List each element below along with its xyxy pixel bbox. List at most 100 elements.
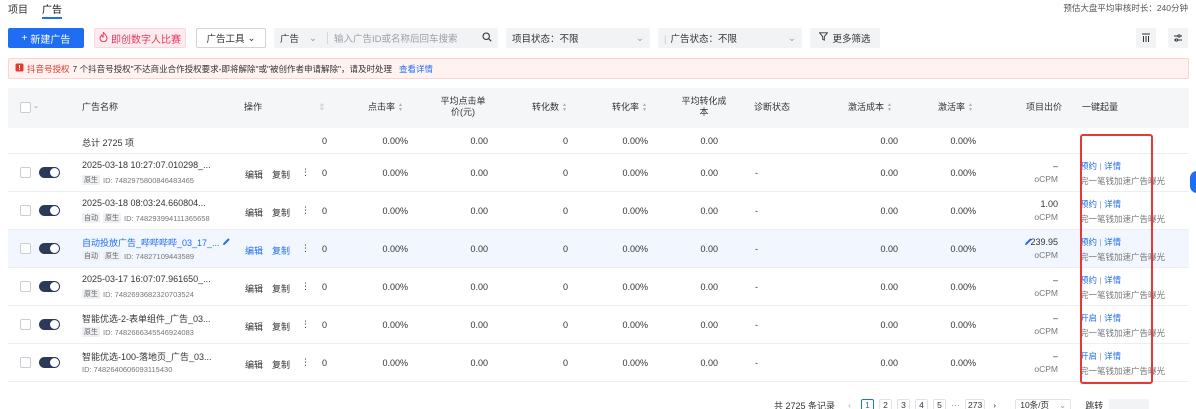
col-avg-cpc[interactable]: 平均点击单 价(元) — [435, 96, 491, 118]
total-activation-cost: 0.00 — [880, 136, 898, 146]
pagination-ellipsis: ··· — [951, 400, 961, 409]
row-checkbox[interactable] — [20, 167, 31, 178]
table-row[interactable]: 2025-03-17 16:07:07.961650_... 原生 ID: 748… — [8, 268, 1189, 306]
row-toggle-switch[interactable] — [39, 205, 60, 216]
page-size-select[interactable]: 10条/页 ⌄ — [1015, 398, 1072, 409]
col-activation-cost[interactable]: 激活成本 ▲ ▼ — [848, 102, 892, 113]
project-status-filter[interactable]: 项目状态：不限 ⌄ — [506, 28, 650, 48]
ad-tools-label: 广告工具 — [206, 34, 245, 45]
col-conversions[interactable]: 转化数 ▲ ▼ — [532, 102, 567, 113]
page-button-3[interactable]: 3 — [897, 398, 911, 409]
copy-button[interactable]: 复制 — [272, 320, 290, 333]
side-float-button[interactable] — [1190, 171, 1196, 193]
page-button-4[interactable]: 4 — [915, 398, 929, 409]
more-actions-icon[interactable]: ⋮ — [301, 357, 310, 368]
row-diagnosis: - — [755, 320, 758, 330]
alert-detail-link[interactable]: 查看详情 — [399, 63, 433, 75]
last-page-button[interactable]: 273 — [965, 398, 986, 409]
col-activation-cost-label: 激活成本 — [848, 102, 885, 112]
copy-button[interactable]: 复制 — [272, 282, 290, 295]
row-activation-cost: 0.00 — [880, 320, 898, 330]
digital-human-contest-button[interactable]: 即创数字人比赛 — [94, 28, 186, 48]
total-click-rate: 0.00% — [382, 136, 408, 146]
row-toggle-switch[interactable] — [39, 167, 60, 178]
edit-button[interactable]: 编辑 — [245, 282, 263, 295]
copy-button[interactable]: 复制 — [272, 244, 290, 257]
chevron-down-icon[interactable]: ⌄ — [33, 101, 39, 112]
search-icon[interactable] — [482, 31, 492, 45]
page-button-1[interactable]: 1 — [861, 398, 875, 409]
ad-name[interactable]: 自动投放广告_哔哔哔哔_03_17_... — [82, 236, 220, 249]
more-actions-icon[interactable]: ⋮ — [301, 167, 310, 178]
next-page-button[interactable]: › — [988, 398, 1002, 409]
row-toggle-switch[interactable] — [39, 319, 60, 330]
ad-name[interactable]: 智能优选-100-落地页_广告_03... — [82, 350, 212, 363]
edit-button[interactable]: 编辑 — [245, 320, 263, 333]
more-actions-icon[interactable]: ⋮ — [301, 281, 310, 292]
table-row[interactable]: 2025-03-18 08:03:24.660804... 自动 原生 ID: 74… — [8, 192, 1189, 230]
jump-input[interactable] — [1109, 398, 1150, 409]
edit-button[interactable]: 编辑 — [245, 206, 263, 219]
search-type-select[interactable]: 广告 ⌄ — [280, 31, 321, 46]
row-conversions: 0 — [562, 358, 568, 368]
sort-icon: ▲ ▼ — [968, 101, 973, 113]
prev-page-button[interactable]: ‹ — [843, 398, 857, 409]
more-actions-icon[interactable]: ⋮ — [301, 205, 310, 216]
adjust-settings-icon[interactable] — [1168, 28, 1188, 48]
more-actions-icon[interactable]: ⋮ — [301, 243, 310, 254]
sort-icon: ▲ ▼ — [562, 101, 567, 113]
tab-ads[interactable]: 广告 — [42, 0, 62, 19]
chevron-down-icon: ⌄ — [247, 32, 256, 44]
row-toggle-switch[interactable] — [39, 281, 60, 292]
copy-button[interactable]: 复制 — [272, 206, 290, 219]
ad-status-filter[interactable]: | 广告状态：不限 ⌄ — [658, 28, 802, 48]
row-checkbox[interactable] — [20, 243, 31, 254]
row-bid[interactable]: 239.95 — [1018, 237, 1058, 247]
more-filter-label: 更多筛选 — [832, 34, 871, 45]
row-checkbox[interactable] — [20, 281, 31, 292]
ad-status-value: 不限 — [717, 34, 737, 45]
copy-button[interactable]: 复制 — [272, 358, 290, 371]
page-button-5[interactable]: 5 — [933, 398, 947, 409]
more-actions-icon[interactable]: ⋮ — [301, 319, 310, 330]
edit-button[interactable]: 编辑 — [245, 244, 263, 257]
copy-button[interactable]: 复制 — [272, 168, 290, 181]
alert-text: 7 个抖音号授权"不达商业合作授权要求-即将解除"或"被创作者申请解除"，请及时… — [72, 63, 393, 74]
row-toggle-switch[interactable] — [39, 243, 60, 254]
row-toggle-switch[interactable] — [39, 357, 60, 368]
table-row[interactable]: 智能优选-100-落地页_广告_03... ID: 74826406060931… — [8, 344, 1189, 382]
column-settings-icon[interactable] — [1136, 28, 1156, 48]
col-conv-rate[interactable]: 转化率 ▲ ▼ — [612, 102, 647, 113]
tab-project[interactable]: 项目 — [8, 0, 28, 16]
col-activation-rate[interactable]: 激活率 ▲ ▼ — [938, 102, 973, 113]
select-all-checkbox[interactable] — [20, 102, 31, 113]
edit-button[interactable]: 编辑 — [245, 358, 263, 371]
row-diagnosis: - — [755, 168, 758, 178]
ad-name[interactable]: 2025-03-18 10:27:07.010298_... — [82, 160, 211, 170]
table-row[interactable]: 2025-03-18 10:27:07.010298_... 原生 ID: 748… — [8, 154, 1189, 192]
ad-name[interactable]: 2025-03-17 16:07:07.961650_... — [82, 274, 211, 284]
table-row[interactable]: 自动投放广告_哔哔哔哔_03_17_... 自动 原生 ID: 7482710944… — [8, 230, 1189, 268]
col-click-rate[interactable]: 点击率 ▲ ▼ — [368, 102, 403, 113]
col-avg-conv-cost[interactable]: 平均转化成 本 — [678, 96, 730, 118]
row-bid-type: oCPM — [1034, 250, 1058, 260]
new-ad-button[interactable]: + 新建广告 — [8, 28, 84, 48]
search-input[interactable]: 输入广告ID或名称后回车搜索 — [334, 31, 482, 45]
ad-meta: 原生 ID: 7482975800846483465 — [82, 175, 194, 185]
row-checkbox[interactable] — [20, 357, 31, 368]
ad-tools-dropdown[interactable]: 广告工具 ⌄ — [196, 28, 266, 48]
ad-name[interactable]: 智能优选-2-表单组件_广告_03... — [82, 312, 211, 325]
total-conv-rate: 0.00% — [622, 136, 648, 146]
edit-pencil-icon[interactable] — [222, 237, 231, 248]
table-row[interactable]: 智能优选-2-表单组件_广告_03... 原生 ID: 7482666345546… — [8, 306, 1189, 344]
row-checkbox[interactable] — [20, 205, 31, 216]
ad-name[interactable]: 2025-03-18 08:03:24.660804... — [82, 198, 206, 208]
page-button-2[interactable]: 2 — [879, 398, 893, 409]
more-filter-button[interactable]: 更多筛选 — [810, 28, 880, 48]
row-avg-conv-cost: 0.00 — [700, 320, 718, 330]
row-bid-type: oCPM — [1034, 326, 1058, 336]
row-checkbox[interactable] — [20, 319, 31, 330]
edit-button[interactable]: 编辑 — [245, 168, 263, 181]
row-activation-rate: 0.00% — [950, 282, 976, 292]
ad-id: ID: 7482693682320703524 — [103, 289, 194, 299]
